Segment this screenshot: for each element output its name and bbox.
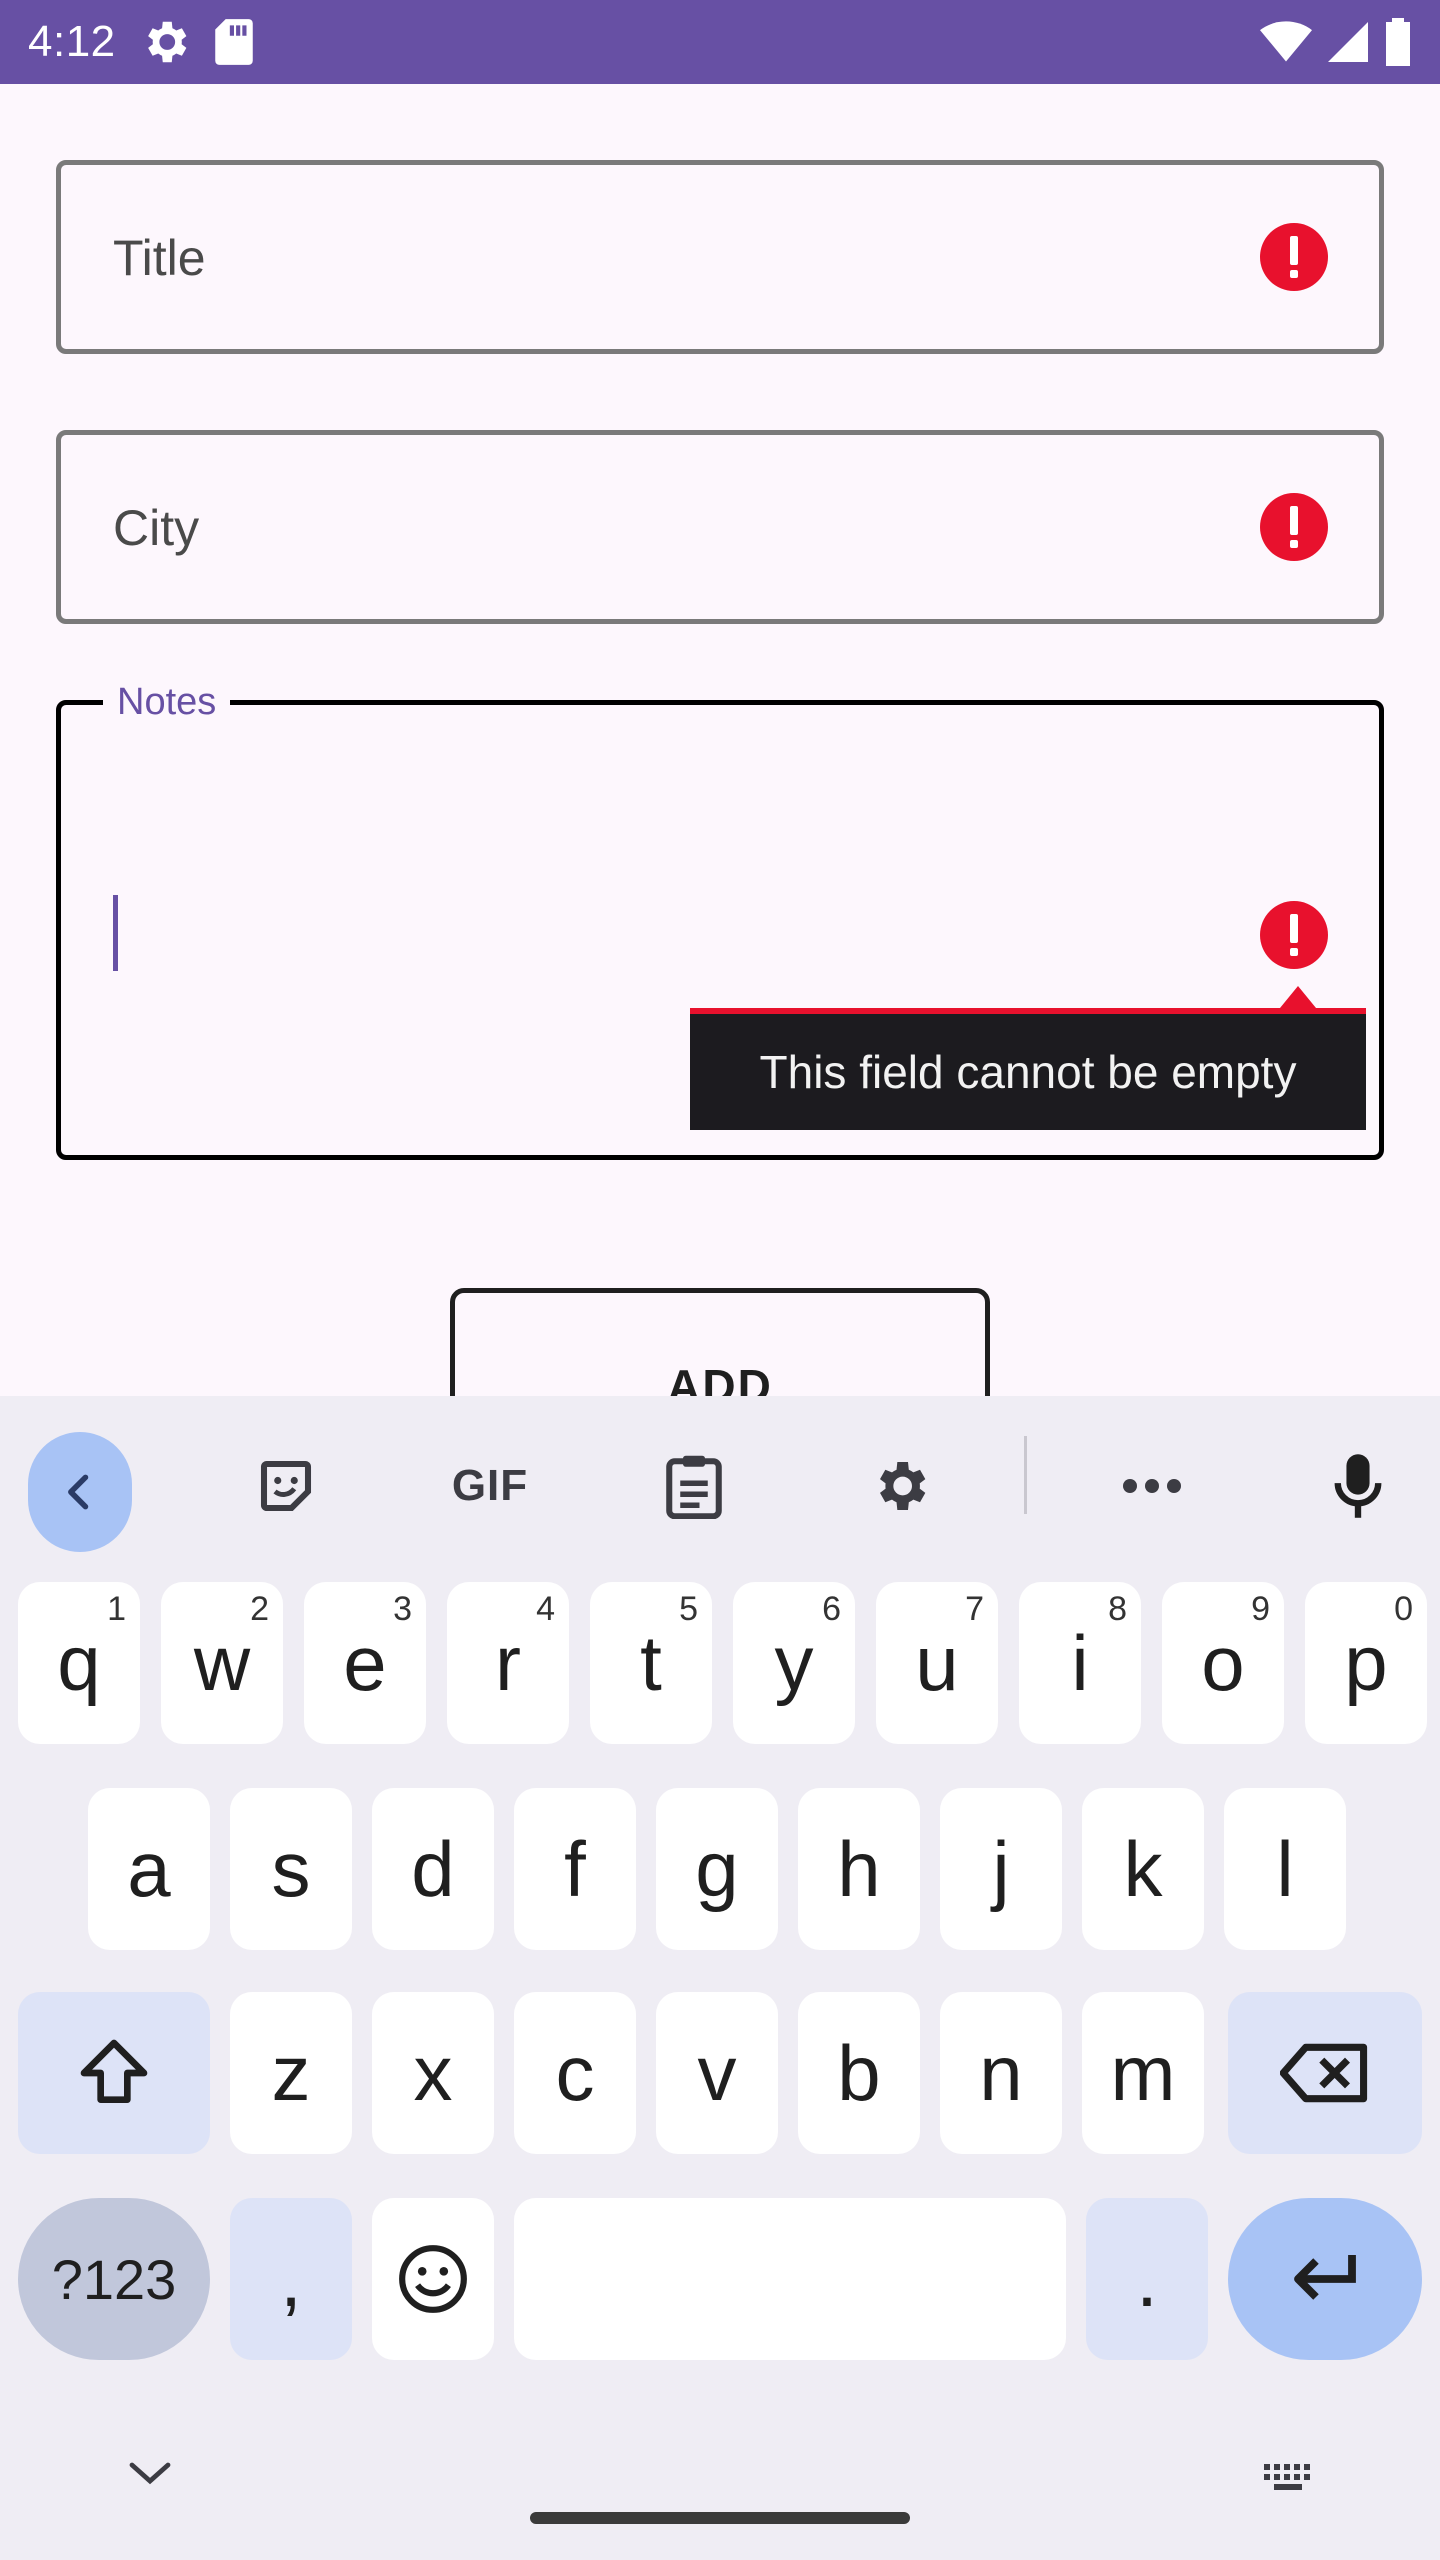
signal-icon [1326,20,1370,64]
key-z[interactable]: z [230,1992,352,2154]
city-field-label: City [113,500,200,556]
key-s[interactable]: s [230,1788,352,1950]
toolbar-divider [1024,1436,1027,1514]
key-label: y [774,1618,814,1707]
key-j[interactable]: j [940,1788,1062,1950]
key-hint: 8 [1108,1590,1127,1628]
emoji-key[interactable] [372,2198,494,2360]
error-icon [1260,493,1328,561]
emoji-icon [399,2245,467,2313]
key-hint: 4 [536,1590,555,1628]
keyboard-toolbar: GIF [0,1396,1440,1556]
gif-label: GIF [451,1461,529,1510]
comma-key[interactable]: , [230,2198,352,2360]
status-bar: 4:12 [0,0,1440,84]
key-w[interactable]: w2 [161,1582,283,1744]
title-field-label: Title [113,230,206,286]
key-q[interactable]: q1 [18,1582,140,1744]
key-y[interactable]: y6 [733,1582,855,1744]
error-icon [1260,223,1328,291]
key-g[interactable]: g [656,1788,778,1950]
more-icon[interactable] [1102,1436,1202,1536]
home-indicator[interactable] [530,2512,910,2524]
key-hint: 5 [679,1590,698,1628]
backspace-key[interactable] [1228,1992,1422,2154]
symbols-key[interactable]: ?123 [18,2198,210,2360]
key-m[interactable]: m [1082,1992,1204,2154]
wifi-icon [1260,20,1312,64]
sticker-icon[interactable] [236,1436,336,1536]
back-icon[interactable] [28,1432,132,1552]
key-f[interactable]: f [514,1788,636,1950]
key-label: u [915,1618,959,1707]
title-field[interactable]: Title [56,160,1384,354]
key-i[interactable]: i8 [1019,1582,1141,1744]
key-hint: 9 [1251,1590,1270,1628]
key-b[interactable]: b [798,1992,920,2154]
clipboard-icon[interactable] [644,1436,744,1536]
key-h[interactable]: h [798,1788,920,1950]
key-o[interactable]: o9 [1162,1582,1284,1744]
key-label: q [57,1618,101,1707]
key-label: r [495,1618,521,1707]
key-hint: 1 [107,1590,126,1628]
gif-button[interactable]: GIF [440,1436,540,1536]
key-label: t [640,1618,662,1707]
shift-key[interactable] [18,1992,210,2154]
text-cursor [113,895,118,971]
period-key[interactable]: . [1086,2198,1208,2360]
key-v[interactable]: v [656,1992,778,2154]
error-tooltip: This field cannot be empty [690,1008,1366,1130]
soft-keyboard: GIF ?123 , . q1w2e3r4t5y6u7i8o9p0asdfghj… [0,1396,1440,2560]
key-p[interactable]: p0 [1305,1582,1427,1744]
tooltip-arrow [1280,986,1316,1008]
key-k[interactable]: k [1082,1788,1204,1950]
status-time: 4:12 [28,17,116,66]
hide-keyboard-chevron-icon[interactable] [126,2458,174,2488]
keyboard-switch-icon[interactable] [1262,2462,1318,2496]
key-hint: 2 [250,1590,269,1628]
key-d[interactable]: d [372,1788,494,1950]
notes-field-label: Notes [103,681,231,724]
key-label: e [343,1618,387,1707]
mic-icon[interactable] [1308,1436,1408,1536]
error-icon [1260,901,1328,969]
settings-icon [138,15,192,69]
key-hint: 6 [822,1590,841,1628]
key-label: p [1344,1618,1388,1707]
key-label: i [1071,1618,1089,1707]
key-e[interactable]: e3 [304,1582,426,1744]
city-field[interactable]: City [56,430,1384,624]
key-n[interactable]: n [940,1992,1062,2154]
key-hint: 3 [393,1590,412,1628]
key-c[interactable]: c [514,1992,636,2154]
key-l[interactable]: l [1224,1788,1346,1950]
key-label: w [193,1618,251,1707]
key-a[interactable]: a [88,1788,210,1950]
sd-card-icon [212,17,256,67]
enter-key[interactable] [1228,2198,1422,2360]
space-key[interactable] [514,2198,1066,2360]
key-t[interactable]: t5 [590,1582,712,1744]
key-label: o [1201,1618,1245,1707]
key-x[interactable]: x [372,1992,494,2154]
key-hint: 0 [1394,1590,1413,1628]
battery-icon [1384,18,1412,66]
key-r[interactable]: r4 [447,1582,569,1744]
key-u[interactable]: u7 [876,1582,998,1744]
settings-icon[interactable] [850,1436,950,1536]
key-hint: 7 [965,1590,984,1628]
